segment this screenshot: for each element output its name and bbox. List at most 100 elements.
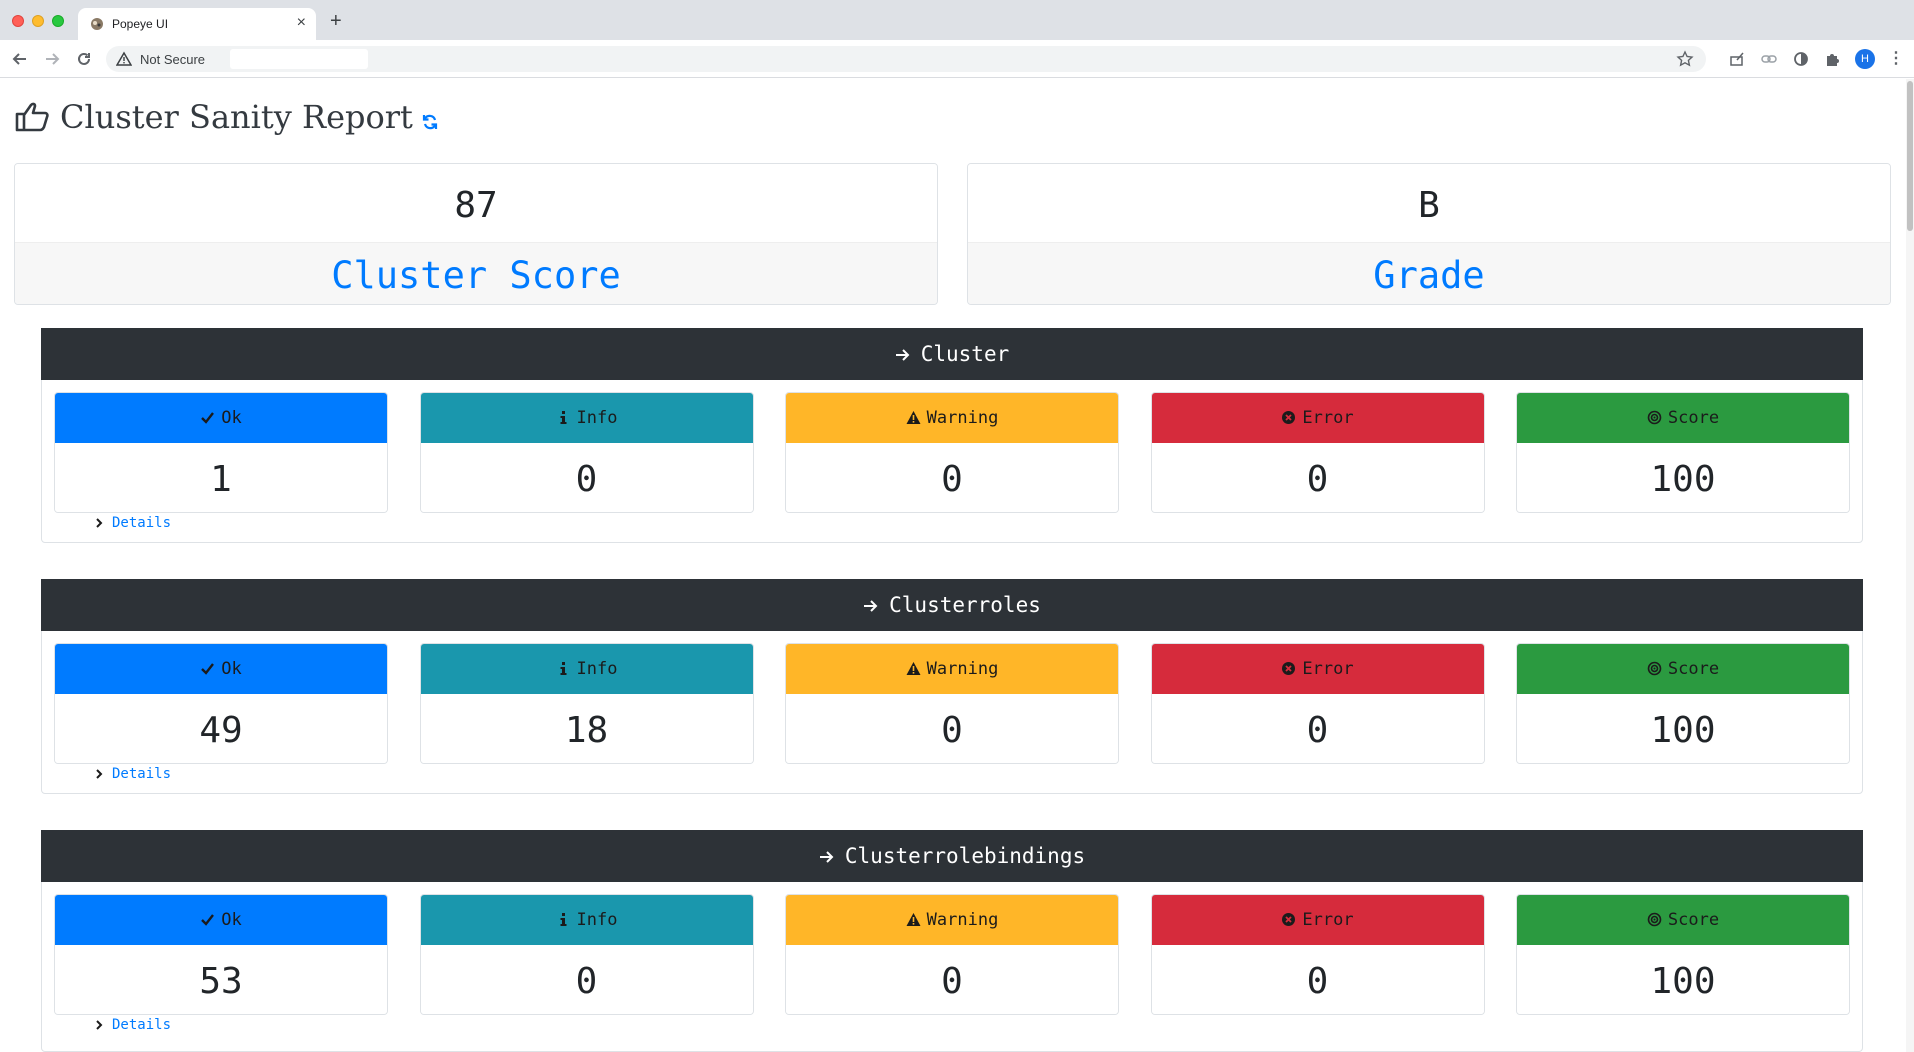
extensions-puzzle-icon[interactable]: [1824, 50, 1842, 68]
score-value: 100: [1517, 945, 1849, 1014]
score-value: 100: [1517, 443, 1849, 512]
window-minimize-button[interactable]: [32, 15, 44, 27]
warning-label: Warning: [926, 659, 999, 679]
info-count: 0: [420, 443, 753, 512]
info-card-header: Info: [420, 895, 753, 945]
reload-icon[interactable]: [74, 49, 94, 69]
error-circle-icon: [1282, 411, 1296, 424]
error-count: 0: [1151, 694, 1484, 763]
warning-card: Warning 0: [785, 643, 1119, 764]
arrow-right-icon: [864, 600, 878, 612]
error-card-header: Error: [1151, 644, 1484, 694]
score-label: Score: [1667, 408, 1720, 428]
score-label: Score: [1667, 659, 1720, 679]
extension-send-icon[interactable]: [1728, 50, 1746, 68]
window-close-button[interactable]: [12, 15, 24, 27]
extension-link-icon[interactable]: [1760, 50, 1778, 68]
tab-close-icon[interactable]: ×: [297, 14, 306, 32]
error-card: Error 0: [1150, 643, 1485, 764]
browser-tabstrip: Popeye UI × +: [0, 0, 1914, 40]
grade-panel: B Grade: [967, 163, 1891, 305]
ok-card-header: Ok: [55, 895, 387, 945]
arrow-right-icon: [819, 851, 834, 863]
warning-label: Warning: [926, 408, 999, 428]
error-label: Error: [1302, 408, 1354, 428]
cluster-score-label: Cluster Score: [15, 242, 937, 304]
browser-menu-icon[interactable]: ⋮: [1888, 48, 1904, 68]
ok-count: 1: [55, 443, 387, 512]
score-card: Score 100: [1516, 643, 1850, 764]
target-icon: [1647, 410, 1662, 425]
score-card-header: Score: [1517, 644, 1849, 694]
error-label: Error: [1302, 910, 1354, 930]
info-label: Info: [576, 910, 618, 930]
refresh-icon[interactable]: [421, 113, 439, 131]
warning-icon: [906, 662, 921, 675]
section-header: Clusterroles: [41, 579, 1863, 631]
arrow-right-icon: [895, 349, 910, 361]
error-card: Error 0: [1150, 894, 1485, 1015]
warning-card: Warning 0: [785, 894, 1119, 1015]
cluster-score-value: 87: [15, 164, 937, 242]
ok-label: Ok: [221, 910, 242, 930]
forward-arrow-icon[interactable]: [42, 49, 62, 69]
warning-icon: [906, 411, 921, 424]
section-header: Clusterrolebindings: [41, 830, 1863, 882]
info-card: Info 18: [419, 643, 754, 764]
details-link[interactable]: Details: [112, 1017, 171, 1033]
section-title: Clusterroles: [889, 593, 1041, 617]
warning-triangle-icon: [116, 51, 132, 66]
ok-label: Ok: [221, 408, 242, 428]
chevron-right-icon: [96, 518, 103, 528]
cluster-score-panel: 87 Cluster Score: [14, 163, 938, 305]
profile-avatar[interactable]: H: [1855, 49, 1875, 69]
bookmark-star-icon[interactable]: [1676, 50, 1694, 68]
ok-count: 53: [55, 945, 387, 1014]
target-icon: [1647, 661, 1662, 676]
url-field[interactable]: [230, 49, 368, 69]
error-circle-icon: [1282, 662, 1296, 675]
section-title: Cluster: [920, 342, 1010, 366]
error-label: Error: [1302, 659, 1354, 679]
error-card: Error 0: [1150, 392, 1485, 513]
details-link[interactable]: Details: [112, 766, 171, 782]
browser-toolbar: Not Secure H ⋮: [0, 40, 1914, 78]
warning-card-header: Warning: [786, 644, 1118, 694]
address-bar[interactable]: Not Secure: [106, 46, 1706, 72]
extension-circle-icon[interactable]: [1792, 50, 1810, 68]
warning-card-header: Warning: [786, 895, 1118, 945]
page-scrollbar[interactable]: [1906, 79, 1914, 1052]
new-tab-button[interactable]: +: [330, 10, 342, 33]
details-toggle[interactable]: Details: [94, 1017, 171, 1033]
error-card-header: Error: [1151, 895, 1484, 945]
warning-card-header: Warning: [786, 393, 1118, 443]
chevron-right-icon: [96, 1020, 103, 1030]
warning-label: Warning: [926, 910, 999, 930]
ok-card-header: Ok: [55, 644, 387, 694]
grade-value: B: [968, 164, 1890, 242]
browser-tab[interactable]: Popeye UI ×: [78, 8, 316, 40]
warning-count: 0: [786, 945, 1118, 1014]
security-label[interactable]: Not Secure: [140, 52, 205, 67]
score-card: Score 100: [1516, 894, 1850, 1015]
section-clusterrolebindings: Clusterrolebindings Ok 53 Info 0 Warning…: [41, 830, 1863, 1052]
ok-count: 49: [55, 694, 387, 763]
warning-count: 0: [786, 694, 1118, 763]
info-count: 18: [420, 694, 753, 763]
error-circle-icon: [1282, 913, 1296, 926]
warning-icon: [906, 913, 921, 926]
info-icon: [560, 913, 567, 926]
score-card: Score 100: [1516, 392, 1850, 513]
info-card-header: Info: [420, 393, 753, 443]
details-link[interactable]: Details: [112, 515, 171, 531]
status-cards: Ok 1 Info 0 Warning 0 Error 0 Score 100: [54, 392, 1850, 513]
page-title: Cluster Sanity Report: [14, 98, 439, 136]
scrollbar-thumb[interactable]: [1907, 81, 1913, 231]
info-icon: [560, 411, 567, 424]
check-icon: [201, 412, 215, 424]
details-toggle[interactable]: Details: [94, 766, 171, 782]
details-toggle[interactable]: Details: [94, 515, 171, 531]
ok-card: Ok 1: [54, 392, 388, 513]
back-arrow-icon[interactable]: [10, 49, 30, 69]
window-maximize-button[interactable]: [52, 15, 64, 27]
